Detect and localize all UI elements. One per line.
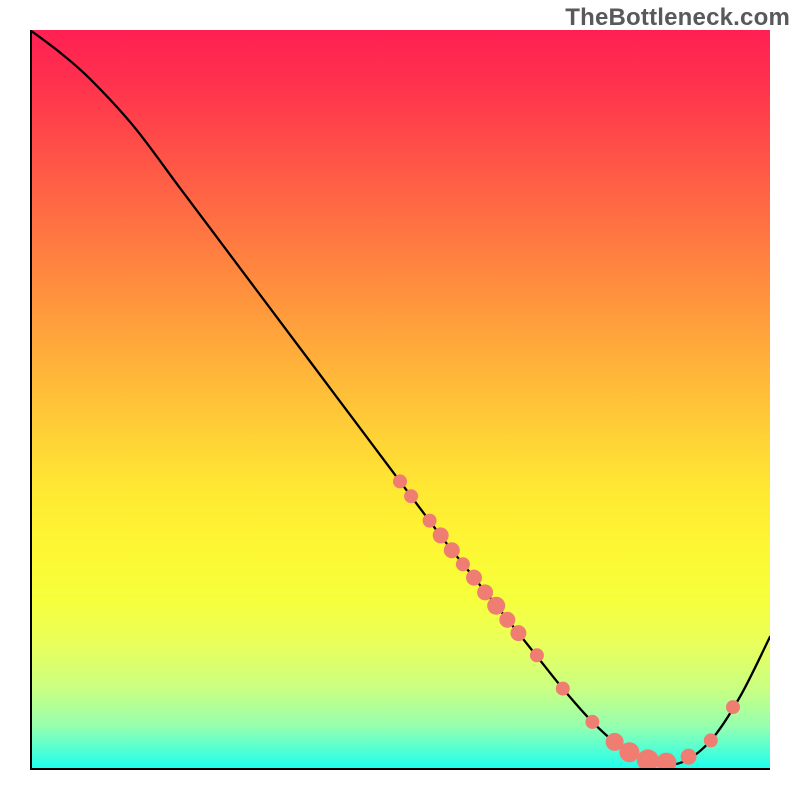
bottleneck-curve: [30, 30, 770, 765]
data-point-marker: [681, 749, 697, 765]
attribution-label: TheBottleneck.com: [565, 4, 790, 32]
data-point-marker: [444, 542, 460, 558]
chart-frame: TheBottleneck.com: [0, 0, 800, 800]
data-point-marker: [656, 753, 676, 770]
data-point-marker: [499, 612, 515, 628]
data-point-marker: [423, 514, 437, 528]
plot-area: [30, 30, 770, 770]
data-point-marker: [456, 557, 470, 571]
data-point-marker: [433, 527, 449, 543]
data-point-marker: [704, 733, 718, 747]
data-point-markers: [393, 474, 740, 770]
data-point-marker: [637, 749, 659, 770]
data-point-marker: [556, 682, 570, 696]
data-point-marker: [619, 742, 639, 762]
data-point-marker: [530, 648, 544, 662]
data-point-marker: [510, 625, 526, 641]
bottleneck-curve-svg: [30, 30, 770, 770]
data-point-marker: [477, 584, 493, 600]
data-point-marker: [404, 489, 418, 503]
data-point-marker: [726, 700, 740, 714]
data-point-marker: [466, 570, 482, 586]
data-point-marker: [393, 474, 407, 488]
data-point-marker: [585, 715, 599, 729]
data-point-marker: [487, 597, 505, 615]
